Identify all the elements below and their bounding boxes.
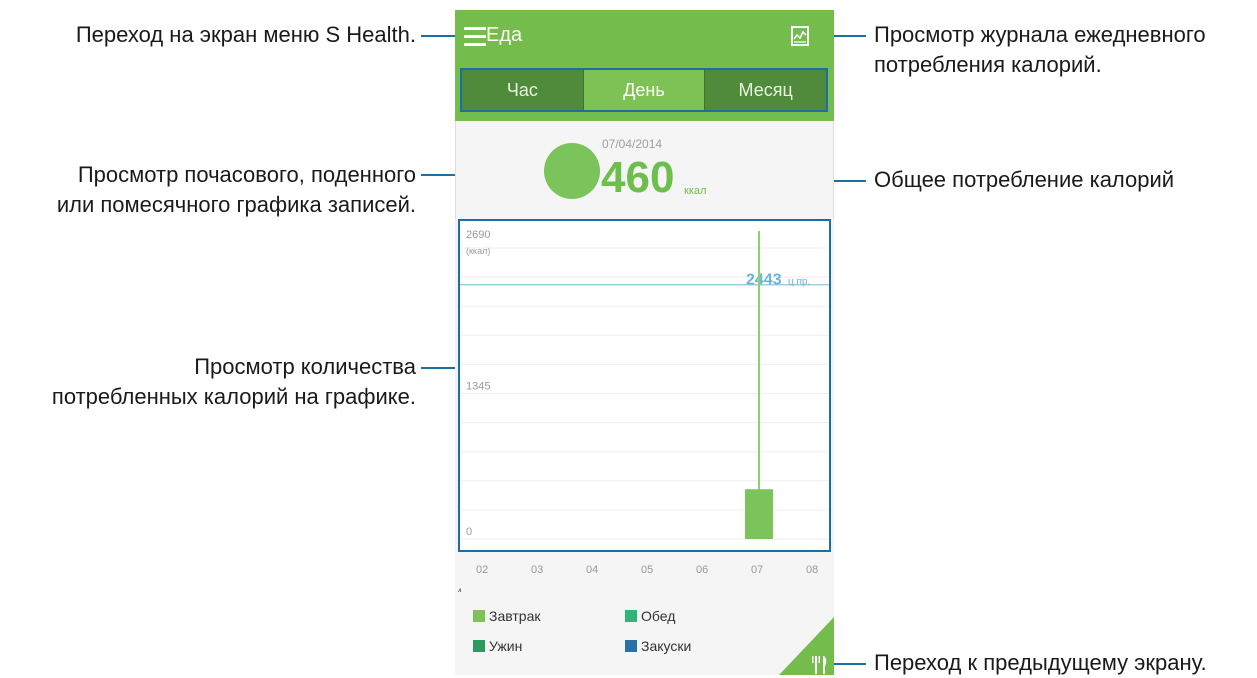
x-tick-label: 05 <box>641 564 654 576</box>
log-chart-icon[interactable] <box>791 26 809 46</box>
legend-snacks: Закуски <box>625 638 691 654</box>
menu-callout-text: Переход на экран меню S Health. <box>75 22 416 47</box>
calorie-circle-icon <box>544 143 600 199</box>
legend-lunch: Обед <box>625 608 675 624</box>
legend: Завтрак Обед Ужин Закуски <box>455 592 834 675</box>
back-callout-text: Переход к предыдущему экрану. <box>874 650 1207 675</box>
chart-callout-line2: потребленных калорий на графике. <box>51 384 416 409</box>
log-callout-line1: Просмотр журнала ежедневного <box>874 22 1206 47</box>
legend-dinner: Ужин <box>473 638 522 654</box>
total-calories: 460 <box>601 153 675 202</box>
x-tick-label: 02 <box>476 564 489 576</box>
x-tick-label: 06 <box>696 564 709 576</box>
menu-icon[interactable] <box>464 27 486 47</box>
calorie-chart: 2690 1345 0 (ккал) 2443 ц.пр. <box>458 219 831 552</box>
legend-label: Ужин <box>489 638 523 654</box>
back-callout: Переход к предыдущему экрану. <box>874 648 1254 678</box>
chart-callout: Просмотр количества потребленных калорий… <box>0 352 416 412</box>
log-callout-line2: потребления калорий. <box>874 52 1102 77</box>
y-tick-label: 1345 <box>466 381 490 393</box>
period-tabs-bar: Час День Месяц <box>455 65 834 121</box>
app-title: Еда <box>486 24 523 46</box>
legend-breakfast: Завтрак <box>473 608 540 624</box>
chart-callout-line <box>421 367 459 369</box>
calorie-summary: 07/04/2014 460 ккал <box>455 121 834 219</box>
period-callout-line2: или помесячного графика записей. <box>56 192 416 217</box>
tab-day[interactable]: День <box>582 70 705 110</box>
legend-label: Закуски <box>641 638 692 654</box>
x-tick-label: 08 <box>806 564 819 576</box>
calorie-chart-svg: 2690 1345 0 (ккал) 2443 ц.пр. <box>460 229 829 540</box>
y-tick-label: 0 <box>466 526 472 538</box>
legend-label: Обед <box>641 608 676 624</box>
x-tick-label: 04 <box>586 564 599 576</box>
target-unit: ц.пр. <box>788 277 810 288</box>
period-tabs: Час День Месяц <box>460 68 828 112</box>
period-callout-line1: Просмотр почасового, поденного <box>77 162 416 187</box>
summary-date: 07/04/2014 <box>602 137 663 151</box>
x-axis: 4 02030405060708 <box>455 552 834 597</box>
back-button[interactable] <box>779 616 834 675</box>
period-callout: Просмотр почасового, поденного или помес… <box>10 160 416 220</box>
legend-swatch <box>473 640 485 652</box>
chart-callout-line1: Просмотр количества <box>194 354 416 379</box>
legend-swatch <box>625 610 637 622</box>
total-callout-text: Общее потребление калорий <box>874 167 1175 192</box>
target-label: 2443 <box>746 272 782 289</box>
tab-hour[interactable]: Час <box>462 70 583 110</box>
x-tick-label: 03 <box>531 564 544 576</box>
log-callout: Просмотр журнала ежедневного потребления… <box>874 20 1254 80</box>
y-axis-unit: (ккал) <box>466 246 490 256</box>
back-callout-line <box>830 663 866 665</box>
total-callout: Общее потребление калорий <box>874 165 1254 195</box>
tab-month[interactable]: Месяц <box>704 70 827 110</box>
x-tick-label: 07 <box>751 564 764 576</box>
legend-label: Завтрак <box>489 608 541 624</box>
phone-screen: Еда Час День Месяц 07/04/2014 460 ккал 2… <box>455 10 834 675</box>
app-bar: Еда <box>455 10 834 65</box>
y-tick-label: 2690 <box>466 229 490 241</box>
menu-callout: Переход на экран меню S Health. <box>20 20 416 50</box>
legend-swatch <box>473 610 485 622</box>
legend-swatch <box>625 640 637 652</box>
calories-unit: ккал <box>684 185 707 197</box>
bar-07 <box>745 489 773 539</box>
